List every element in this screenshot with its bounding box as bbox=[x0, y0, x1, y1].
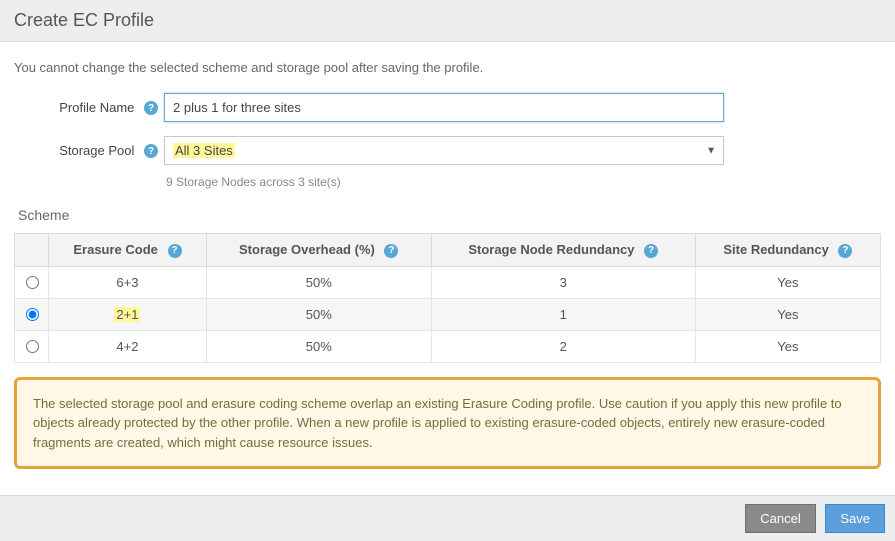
warning-message: The selected storage pool and erasure co… bbox=[14, 377, 881, 470]
scheme-row-node-redundancy: 2 bbox=[431, 330, 695, 362]
col-label: Storage Overhead (%) bbox=[239, 242, 375, 257]
scheme-row-overhead: 50% bbox=[206, 298, 431, 330]
storage-pool-meta-row: 9 Storage Nodes across 3 site(s) bbox=[14, 169, 881, 189]
scheme-col-node-redundancy: Storage Node Redundancy ? bbox=[431, 234, 695, 267]
page-title: Create EC Profile bbox=[14, 10, 881, 31]
storage-pool-label-cell: Storage Pool ? bbox=[14, 143, 164, 159]
scheme-col-site-redundancy: Site Redundancy ? bbox=[695, 234, 880, 267]
scheme-col-erasure: Erasure Code ? bbox=[49, 234, 207, 267]
scheme-row-node-redundancy: 3 bbox=[431, 266, 695, 298]
table-row[interactable]: 6+350%3Yes bbox=[15, 266, 881, 298]
scheme-row-site-redundancy: Yes bbox=[695, 266, 880, 298]
highlighted-text: 2+1 bbox=[114, 307, 140, 322]
scheme-section-title: Scheme bbox=[18, 207, 881, 223]
scheme-row-overhead: 50% bbox=[206, 266, 431, 298]
col-label: Site Redundancy bbox=[723, 242, 828, 257]
help-icon[interactable]: ? bbox=[838, 244, 852, 258]
intro-text: You cannot change the selected scheme an… bbox=[14, 50, 881, 93]
table-row[interactable]: 4+250%2Yes bbox=[15, 330, 881, 362]
help-icon[interactable]: ? bbox=[144, 101, 158, 115]
scheme-row-overhead: 50% bbox=[206, 330, 431, 362]
help-icon[interactable]: ? bbox=[168, 244, 182, 258]
scheme-row-code: 6+3 bbox=[49, 266, 207, 298]
storage-pool-row: Storage Pool ? All 3 Sites ▼ bbox=[14, 136, 881, 165]
scheme-row-radio-cell bbox=[15, 298, 49, 330]
scheme-row-radio-cell bbox=[15, 266, 49, 298]
scheme-row-site-redundancy: Yes bbox=[695, 330, 880, 362]
storage-pool-label: Storage Pool bbox=[59, 143, 134, 158]
profile-name-input[interactable] bbox=[164, 93, 724, 122]
scheme-row-radio[interactable] bbox=[26, 308, 39, 321]
dialog-footer: Cancel Save bbox=[0, 495, 895, 541]
storage-pool-select[interactable]: All 3 Sites ▼ bbox=[164, 136, 724, 165]
scheme-row-code: 2+1 bbox=[49, 298, 207, 330]
table-row[interactable]: 2+1 50%1Yes bbox=[15, 298, 881, 330]
storage-pool-selected-value: All 3 Sites bbox=[173, 143, 235, 158]
col-label: Storage Node Redundancy bbox=[468, 242, 634, 257]
save-button[interactable]: Save bbox=[825, 504, 885, 533]
profile-name-label-cell: Profile Name ? bbox=[14, 100, 164, 116]
help-icon[interactable]: ? bbox=[384, 244, 398, 258]
scheme-table: Erasure Code ? Storage Overhead (%) ? St… bbox=[14, 233, 881, 363]
scheme-row-radio[interactable] bbox=[26, 340, 39, 353]
help-icon[interactable]: ? bbox=[644, 244, 658, 258]
scheme-row-node-redundancy: 1 bbox=[431, 298, 695, 330]
scheme-col-radio bbox=[15, 234, 49, 267]
scheme-row-code: 4+2 bbox=[49, 330, 207, 362]
storage-pool-meta: 9 Storage Nodes across 3 site(s) bbox=[164, 169, 724, 189]
profile-name-label: Profile Name bbox=[59, 100, 134, 115]
dialog-body: You cannot change the selected scheme an… bbox=[0, 42, 895, 469]
col-label: Erasure Code bbox=[73, 242, 158, 257]
help-icon[interactable]: ? bbox=[144, 144, 158, 158]
scheme-col-overhead: Storage Overhead (%) ? bbox=[206, 234, 431, 267]
dialog-header: Create EC Profile bbox=[0, 0, 895, 42]
scheme-row-site-redundancy: Yes bbox=[695, 298, 880, 330]
profile-name-row: Profile Name ? bbox=[14, 93, 881, 122]
scheme-row-radio-cell bbox=[15, 330, 49, 362]
cancel-button[interactable]: Cancel bbox=[745, 504, 815, 533]
scheme-row-radio[interactable] bbox=[26, 276, 39, 289]
